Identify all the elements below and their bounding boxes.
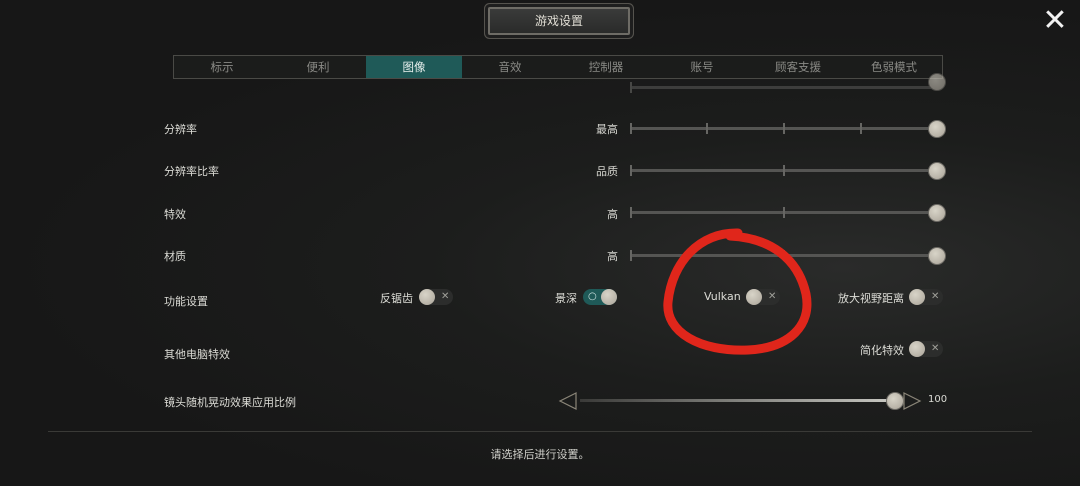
toggle-knob [746,289,762,305]
simplified-effects-toggle[interactable]: ✕ [909,341,943,357]
settings-tabs: 标示 便利 图像 音效 控制器 账号 顾客支援 色弱模式 [173,55,943,79]
tab-graphics[interactable]: 图像 [366,56,462,78]
vulkan-label: Vulkan [704,290,741,303]
simplified-effects-label: 简化特效 [860,344,904,357]
other-pc-effects-label: 其他电脑特效 [164,348,230,361]
antialias-toggle[interactable]: ✕ [419,289,453,305]
toggle-knob [909,289,925,305]
close-icon: ✕ [1042,3,1068,38]
effects-label: 特效 [164,208,186,221]
tab-colorblind-mode[interactable]: 色弱模式 [846,56,942,78]
camera-shake-value: 100 [928,394,948,405]
resolution-ratio-value: 品质 [596,165,618,178]
effects-value: 高 [607,208,618,221]
off-x-icon: ✕ [931,291,940,302]
partial-slider-knob[interactable] [928,73,946,91]
settings-title-plate: 游戏设置 [488,7,630,35]
footer-hint: 请选择后进行设置。 [490,448,590,461]
close-button[interactable]: ✕ [1040,6,1070,36]
toggle-knob [909,341,925,357]
increase-arrow-icon[interactable] [902,391,922,411]
effects-slider[interactable] [630,204,946,222]
vulkan-toggle[interactable]: ✕ [746,289,780,305]
page-title: 游戏设置 [534,14,583,28]
footer-divider [48,431,1032,432]
tab-display[interactable]: 标示 [174,56,270,78]
view-distance-label: 放大视野距离 [838,292,904,305]
partial-slider-track[interactable] [630,73,946,93]
tab-account[interactable]: 账号 [654,56,750,78]
camera-shake-label: 镜头随机晃动效果应用比例 [164,396,296,409]
tab-convenience[interactable]: 便利 [270,56,366,78]
resolution-label: 分辨率 [164,123,197,136]
camera-shake-slider[interactable] [580,392,904,410]
depth-of-field-label: 景深 [555,292,577,305]
off-x-icon: ✕ [441,291,450,302]
resolution-ratio-slider[interactable] [630,162,946,180]
texture-value: 高 [607,250,618,263]
tab-audio[interactable]: 音效 [462,56,558,78]
depth-of-field-toggle[interactable]: ○ [583,289,617,305]
resolution-ratio-label: 分辨率比率 [164,165,219,178]
features-label: 功能设置 [164,295,208,308]
off-x-icon: ✕ [768,291,777,302]
tab-controller[interactable]: 控制器 [558,56,654,78]
toggle-knob [419,289,435,305]
resolution-ratio-slider-knob[interactable] [928,162,946,180]
texture-slider-knob[interactable] [928,247,946,265]
decrease-arrow-icon[interactable] [558,391,578,411]
resolution-slider-knob[interactable] [928,120,946,138]
toggle-knob [601,289,617,305]
off-x-icon: ✕ [931,343,940,354]
on-circle-icon: ○ [588,291,597,302]
texture-slider[interactable] [630,247,946,265]
texture-label: 材质 [164,250,186,263]
tab-customer-support[interactable]: 顾客支援 [750,56,846,78]
view-distance-toggle[interactable]: ✕ [909,289,943,305]
antialias-label: 反锯齿 [380,292,413,305]
resolution-slider[interactable] [630,120,946,138]
effects-slider-knob[interactable] [928,204,946,222]
resolution-value: 最高 [596,123,618,136]
